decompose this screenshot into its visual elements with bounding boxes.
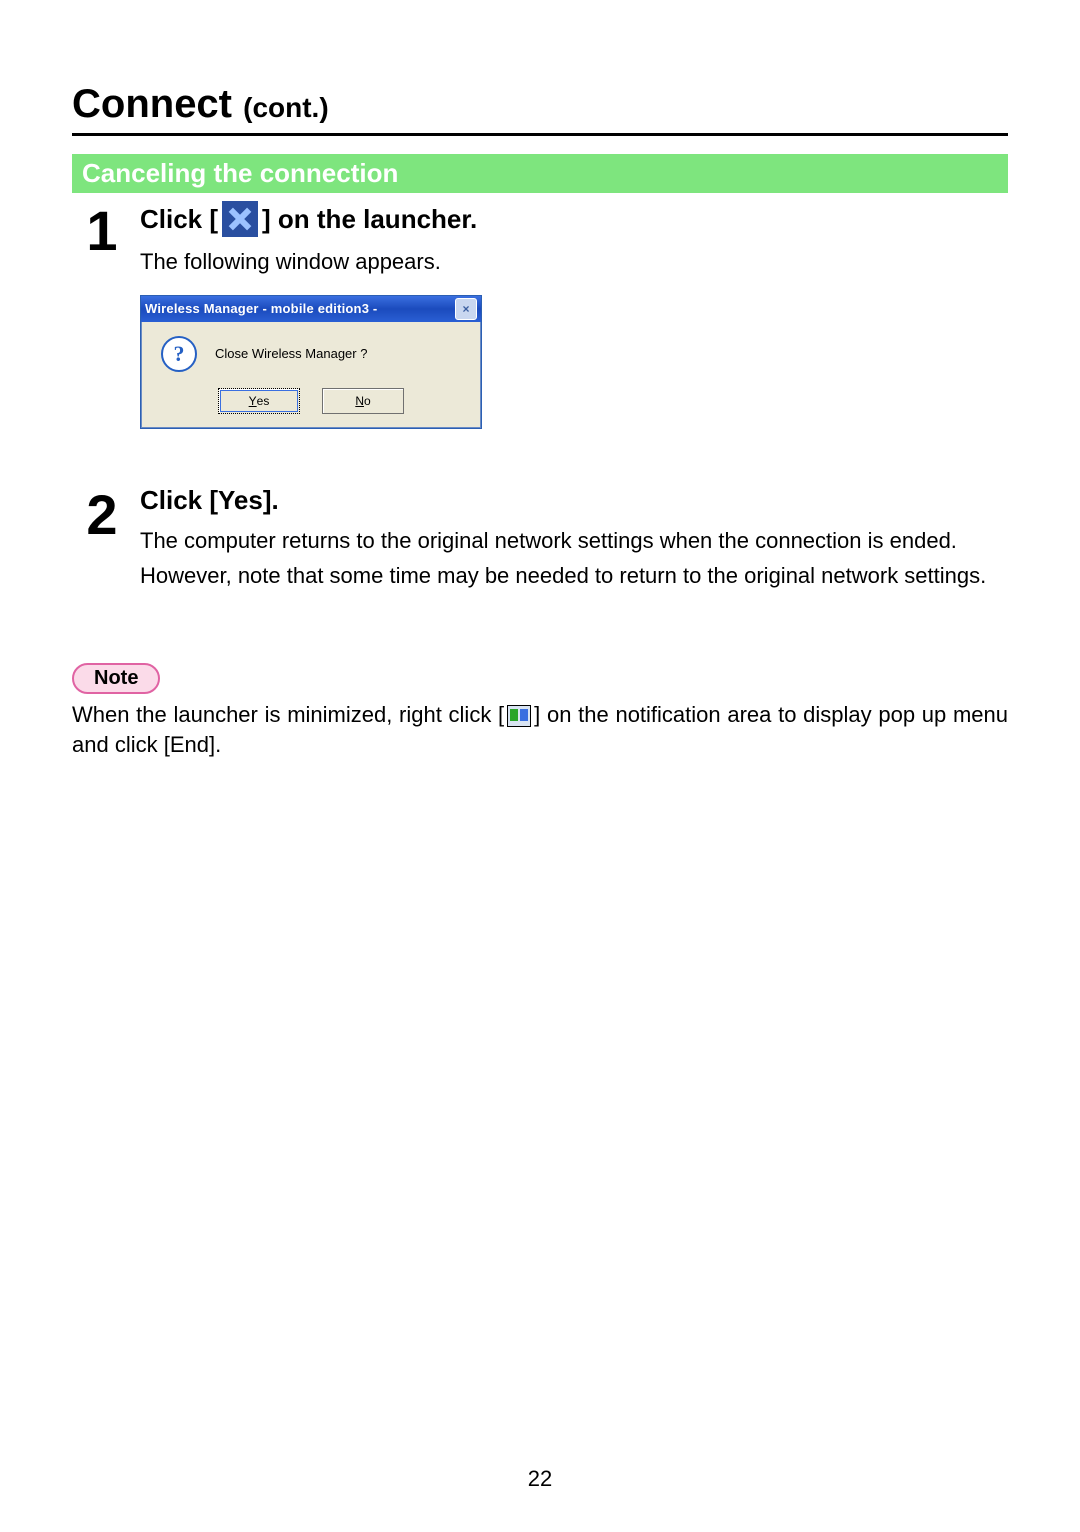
- step-2-number: 2: [72, 487, 132, 543]
- step-1-suffix: ] on the launcher.: [262, 204, 477, 235]
- page-title: Connect (cont.): [72, 82, 1008, 136]
- dialog-close-icon[interactable]: ×: [455, 298, 477, 320]
- confirm-dialog: Wireless Manager - mobile edition3 - × ?…: [140, 295, 482, 429]
- step-1-number: 1: [72, 203, 132, 259]
- page-title-cont: (cont.): [243, 92, 329, 123]
- tray-icon: [507, 705, 531, 727]
- yes-button[interactable]: Yes: [218, 388, 300, 414]
- note-text-prefix: When the launcher is minimized, right cl…: [72, 702, 504, 727]
- step-1-prefix: Click [: [140, 204, 218, 235]
- yes-underline: Y: [249, 394, 257, 408]
- dialog-titlebar: Wireless Manager - mobile edition3 - ×: [141, 296, 481, 322]
- question-icon: ?: [161, 336, 197, 372]
- step-1-para: The following window appears.: [140, 247, 1008, 277]
- step-2-para-2: However, note that some time may be need…: [140, 561, 1008, 591]
- no-underline: N: [355, 394, 364, 408]
- section-header: Canceling the connection: [72, 154, 1008, 193]
- step-1: 1 Click [ ] on the launcher. The followi…: [72, 201, 1008, 439]
- note-text: When the launcher is minimized, right cl…: [72, 700, 1008, 759]
- dialog-message: Close Wireless Manager ?: [215, 346, 367, 361]
- step-2: 2 Click [Yes]. The computer returns to t…: [72, 485, 1008, 609]
- no-rest: o: [364, 394, 371, 408]
- step-2-heading: Click [Yes].: [140, 485, 1008, 516]
- step-1-heading: Click [ ] on the launcher.: [140, 201, 1008, 237]
- page-number: 22: [0, 1466, 1080, 1492]
- yes-rest: es: [257, 394, 270, 408]
- launcher-close-icon: [222, 201, 258, 237]
- step-2-para-1: The computer returns to the original net…: [140, 526, 1008, 556]
- no-button[interactable]: No: [322, 388, 404, 414]
- dialog-title: Wireless Manager - mobile edition3 -: [145, 301, 377, 316]
- note-block: Note When the launcher is minimized, rig…: [72, 663, 1008, 759]
- page-title-main: Connect: [72, 82, 232, 126]
- note-label: Note: [72, 663, 160, 694]
